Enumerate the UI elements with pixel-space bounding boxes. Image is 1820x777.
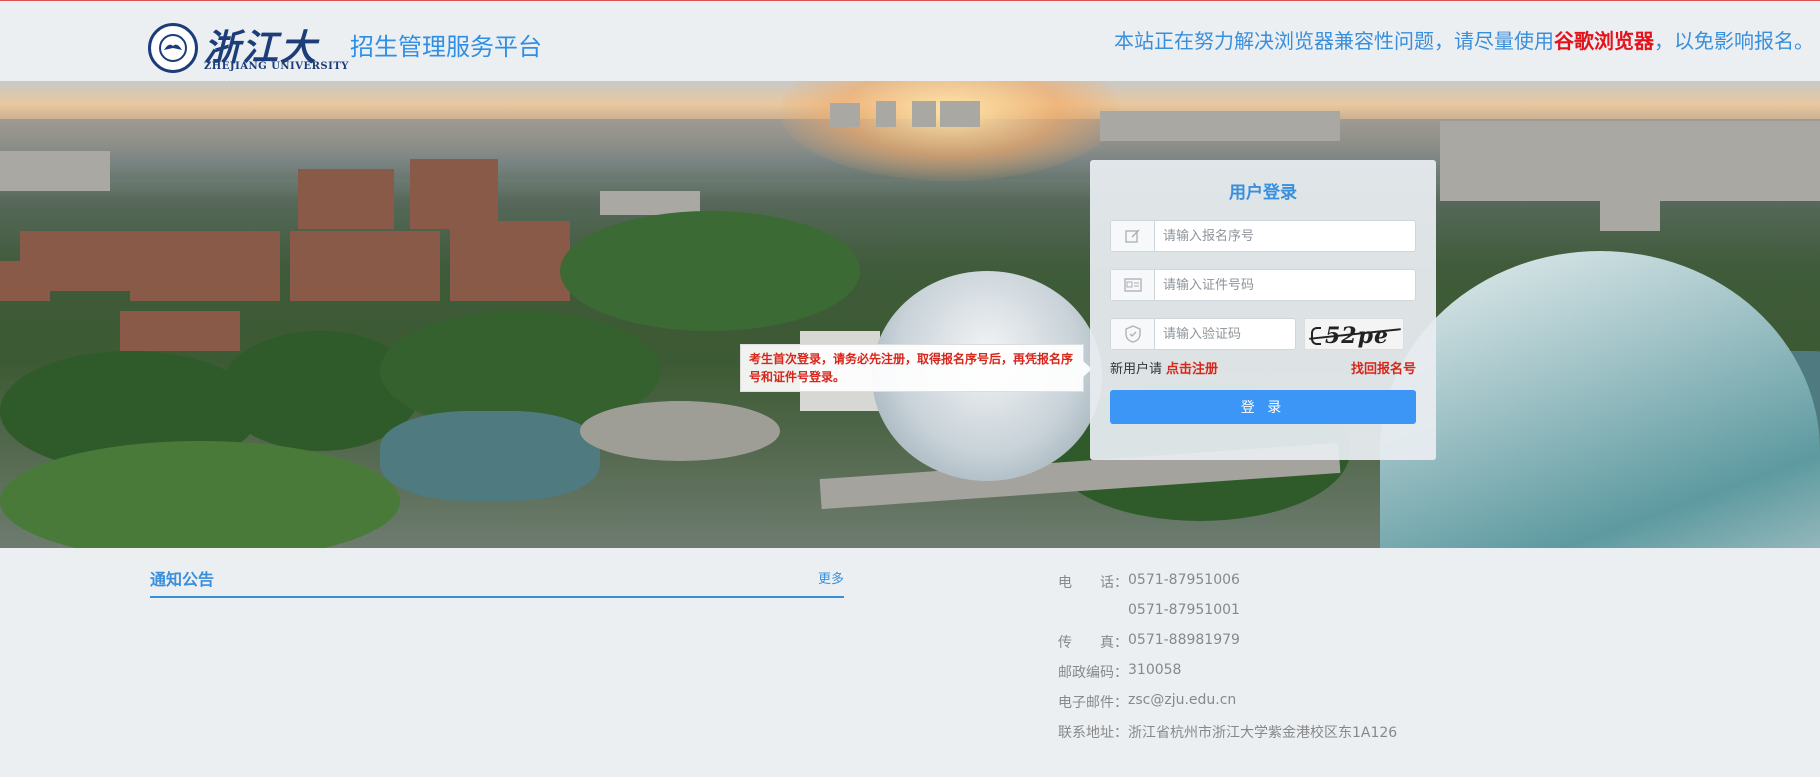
- logo-english-name: ZHEJIANG UNIVERSITY: [204, 61, 349, 72]
- shield-icon: [1111, 319, 1155, 349]
- browser-compat-notice: 本站正在努力解决浏览器兼容性问题，请尽量使用谷歌浏览器，以免影响报名。: [1114, 25, 1814, 54]
- notice-text-pre: 本站正在努力解决浏览器兼容性问题，请尽量使用: [1114, 29, 1554, 53]
- id-number-field: [1110, 269, 1416, 301]
- contact-value: 310058: [1128, 662, 1182, 678]
- announcements-title: 通知公告: [150, 570, 215, 589]
- contact-value: 0571-87951006: [1128, 572, 1240, 588]
- contact-label: 邮政编码：: [1058, 665, 1128, 681]
- header: 浙江大学 ZHEJIANG UNIVERSITY 招生管理服务平台 本站正在努力…: [0, 1, 1820, 121]
- captcha-image[interactable]: 52pe: [1304, 318, 1404, 350]
- notice-text-post: ，以免影响报名。: [1654, 29, 1814, 53]
- contact-label: 电 话：: [1058, 575, 1128, 591]
- platform-title: 招生管理服务平台: [350, 33, 542, 61]
- campus-banner: [0, 81, 1820, 548]
- contact-value: 0571-88981979: [1128, 632, 1240, 648]
- contact-value: 0571-87951001: [1128, 602, 1240, 618]
- new-user-hint: 新用户请 点击注册: [1110, 358, 1218, 377]
- captcha-input[interactable]: [1155, 319, 1295, 349]
- retrieve-registration-number-link[interactable]: 找回报名号: [1351, 358, 1416, 377]
- new-user-text: 新用户请: [1110, 362, 1163, 377]
- id-number-input[interactable]: [1155, 270, 1415, 300]
- contact-label: 联系地址：: [1058, 725, 1128, 741]
- notice-browser-name: 谷歌浏览器: [1554, 29, 1654, 53]
- announcements-more-link[interactable]: 更多: [818, 568, 844, 587]
- university-seal-icon: [148, 23, 198, 73]
- contact-label: 电子邮件：: [1058, 695, 1128, 711]
- login-button[interactable]: 登 录: [1110, 390, 1416, 424]
- registration-number-input[interactable]: [1155, 221, 1415, 251]
- edit-icon: [1111, 221, 1155, 251]
- first-login-tooltip: 考生首次登录，请务必先注册，取得报名序号后，再凭报名序号和证件号登录。: [740, 344, 1092, 392]
- registration-number-field: [1110, 220, 1416, 252]
- zju-logo[interactable]: 浙江大学 ZHEJIANG UNIVERSITY: [148, 19, 348, 121]
- contact-value: 浙江省杭州市浙江大学紫金港校区东1A126: [1128, 725, 1398, 741]
- login-panel: 用户登录 52pe 新用户请点击注册 找回报名号 登 录: [1090, 160, 1436, 460]
- contact-value: zsc@zju.edu.cn: [1128, 692, 1237, 708]
- tooltip-text: 考生首次登录，请务必先注册，取得报名序号后，再凭报名序号和证件号登录。: [749, 352, 1074, 384]
- captcha-field: [1110, 318, 1296, 350]
- login-title: 用户登录: [1229, 183, 1297, 203]
- register-link[interactable]: 点击注册: [1166, 362, 1218, 377]
- id-card-icon: [1111, 270, 1155, 300]
- announcements-header: 通知公告 更多: [150, 562, 844, 598]
- contact-label: 传 真：: [1058, 635, 1128, 651]
